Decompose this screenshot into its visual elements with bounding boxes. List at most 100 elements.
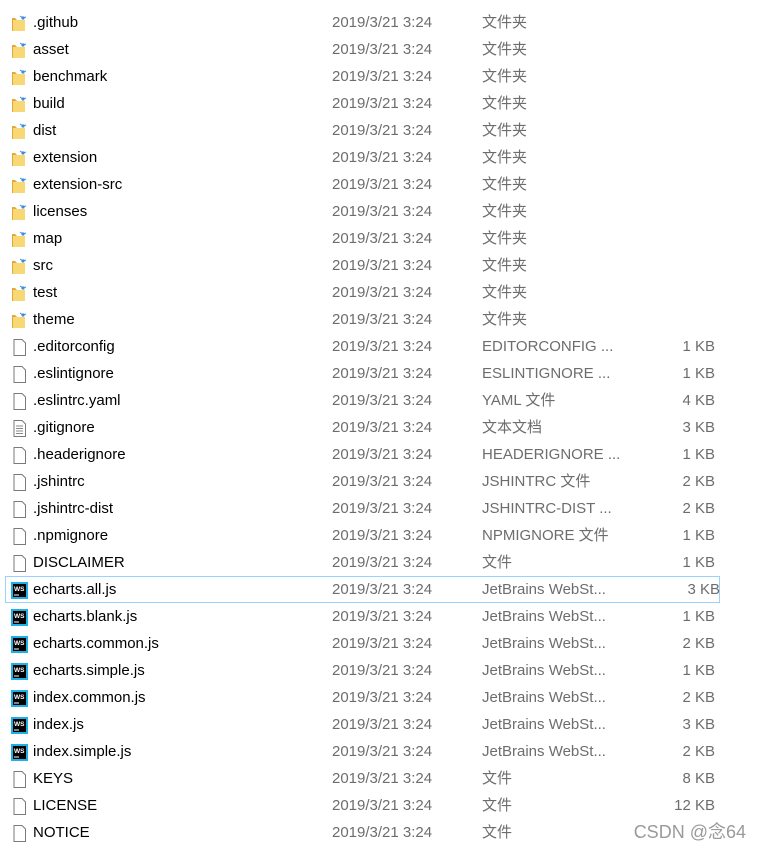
file-size: 3 KB — [687, 581, 720, 598]
file-row[interactable]: WS echarts.all.js 2019/3/21 3:24 JetBrai… — [5, 576, 720, 603]
folder-icon — [11, 41, 28, 58]
webstorm-icon: WS — [11, 635, 28, 653]
file-row[interactable]: .eslintignore 2019/3/21 3:24 ESLINTIGNOR… — [0, 360, 760, 387]
file-type: ESLINTIGNORE ... — [482, 365, 611, 382]
file-row[interactable]: .jshintrc 2019/3/21 3:24 JSHINTRC 文件 2 K… — [0, 468, 760, 495]
file-row[interactable]: theme 2019/3/21 3:24 文件夹 — [0, 306, 760, 333]
file-row[interactable]: WS echarts.blank.js 2019/3/21 3:24 JetBr… — [0, 603, 760, 630]
file-row[interactable]: src 2019/3/21 3:24 文件夹 — [0, 252, 760, 279]
file-row[interactable]: WS index.simple.js 2019/3/21 3:24 JetBra… — [0, 738, 760, 765]
file-row[interactable]: WS index.js 2019/3/21 3:24 JetBrains Web… — [0, 711, 760, 738]
file-row[interactable]: map 2019/3/21 3:24 文件夹 — [0, 225, 760, 252]
file-size: 2 KB — [682, 635, 715, 652]
file-date: 2019/3/21 3:24 — [332, 419, 433, 436]
file-date: 2019/3/21 3:24 — [332, 365, 433, 382]
file-type: JetBrains WebSt... — [482, 608, 606, 625]
file-name: .headerignore — [33, 446, 126, 463]
file-icon — [11, 473, 28, 491]
file-name: src — [33, 257, 53, 274]
webstorm-icon: WS — [11, 608, 28, 626]
folder-icon — [11, 176, 28, 193]
file-row[interactable]: extension-src 2019/3/21 3:24 文件夹 — [0, 171, 760, 198]
file-size: 2 KB — [682, 500, 715, 517]
svg-text:WS: WS — [14, 586, 25, 593]
svg-text:WS: WS — [14, 748, 25, 755]
file-size: 1 KB — [682, 662, 715, 679]
file-name: echarts.all.js — [33, 581, 117, 598]
file-icon — [11, 527, 28, 545]
text-file-icon — [11, 419, 28, 437]
file-row[interactable]: .npmignore 2019/3/21 3:24 NPMIGNORE 文件 1… — [0, 522, 760, 549]
file-row[interactable]: licenses 2019/3/21 3:24 文件夹 — [0, 198, 760, 225]
file-row[interactable]: KEYS 2019/3/21 3:24 文件 8 KB — [0, 765, 760, 792]
file-icon — [11, 500, 28, 518]
file-date: 2019/3/21 3:24 — [332, 284, 433, 301]
file-name: .github — [33, 14, 79, 31]
file-icon — [11, 824, 28, 842]
file-name: extension — [33, 149, 98, 166]
file-name: echarts.blank.js — [33, 608, 138, 625]
file-row[interactable]: dist 2019/3/21 3:24 文件夹 — [0, 117, 760, 144]
file-icon — [11, 554, 28, 572]
file-row[interactable]: LICENSE 2019/3/21 3:24 文件 12 KB — [0, 792, 760, 819]
file-type: 文件 — [482, 797, 513, 814]
file-name: index.simple.js — [33, 743, 132, 760]
file-row[interactable]: test 2019/3/21 3:24 文件夹 — [0, 279, 760, 306]
file-row[interactable]: .jshintrc-dist 2019/3/21 3:24 JSHINTRC-D… — [0, 495, 760, 522]
file-type: 文件夹 — [482, 149, 528, 166]
file-row[interactable]: build 2019/3/21 3:24 文件夹 — [0, 90, 760, 117]
file-date: 2019/3/21 3:24 — [332, 41, 433, 58]
file-row[interactable]: .eslintrc.yaml 2019/3/21 3:24 YAML 文件 4 … — [0, 387, 760, 414]
file-type: 文件夹 — [482, 230, 528, 247]
file-row[interactable]: WS echarts.common.js 2019/3/21 3:24 JetB… — [0, 630, 760, 657]
file-date: 2019/3/21 3:24 — [332, 176, 433, 193]
file-date: 2019/3/21 3:24 — [332, 662, 433, 679]
file-date: 2019/3/21 3:24 — [332, 68, 433, 85]
folder-icon — [11, 203, 28, 220]
file-row[interactable]: WS index.common.js 2019/3/21 3:24 JetBra… — [0, 684, 760, 711]
file-type: NPMIGNORE 文件 — [482, 527, 609, 544]
file-date: 2019/3/21 3:24 — [332, 608, 433, 625]
file-type: 文件 — [482, 554, 513, 571]
file-row[interactable]: .editorconfig 2019/3/21 3:24 EDITORCONFI… — [0, 333, 760, 360]
file-row[interactable]: .headerignore 2019/3/21 3:24 HEADERIGNOR… — [0, 441, 760, 468]
file-type: HEADERIGNORE ... — [482, 446, 621, 463]
webstorm-icon: WS — [11, 662, 28, 680]
file-icon — [11, 365, 28, 383]
file-date: 2019/3/21 3:24 — [332, 338, 433, 355]
file-size: 2 KB — [682, 473, 715, 490]
folder-icon — [11, 257, 28, 274]
file-name: build — [33, 95, 65, 112]
file-name: extension-src — [33, 176, 123, 193]
file-type: JetBrains WebSt... — [482, 662, 606, 679]
file-date: 2019/3/21 3:24 — [332, 554, 433, 571]
file-row[interactable]: benchmark 2019/3/21 3:24 文件夹 — [0, 63, 760, 90]
file-type: YAML 文件 — [482, 392, 556, 409]
file-name: LICENSE — [33, 797, 98, 814]
file-row[interactable]: .github 2019/3/21 3:24 文件夹 — [0, 9, 760, 36]
file-type: 文件夹 — [482, 284, 528, 301]
file-row[interactable]: .gitignore 2019/3/21 3:24 文本文档 3 KB — [0, 414, 760, 441]
file-size: 1 KB — [682, 608, 715, 625]
file-row[interactable]: DISCLAIMER 2019/3/21 3:24 文件 1 KB — [0, 549, 760, 576]
file-date: 2019/3/21 3:24 — [332, 689, 433, 706]
file-type: JetBrains WebSt... — [482, 581, 606, 598]
file-row[interactable]: extension 2019/3/21 3:24 文件夹 — [0, 144, 760, 171]
file-name: licenses — [33, 203, 88, 220]
webstorm-icon: WS — [11, 716, 28, 734]
file-date: 2019/3/21 3:24 — [332, 14, 433, 31]
file-row[interactable]: WS echarts.simple.js 2019/3/21 3:24 JetB… — [0, 657, 760, 684]
file-type: JSHINTRC-DIST ... — [482, 500, 612, 517]
file-date: 2019/3/21 3:24 — [332, 95, 433, 112]
file-name: .eslintignore — [33, 365, 114, 382]
file-name: index.js — [33, 716, 84, 733]
file-date: 2019/3/21 3:24 — [332, 635, 433, 652]
file-row[interactable]: asset 2019/3/21 3:24 文件夹 — [0, 36, 760, 63]
file-type: 文件夹 — [482, 95, 528, 112]
file-type: JetBrains WebSt... — [482, 743, 606, 760]
file-type: 文件夹 — [482, 68, 528, 85]
file-name: dist — [33, 122, 57, 139]
file-list: .github 2019/3/21 3:24 文件夹 asset 2019/3/… — [0, 9, 760, 846]
file-size: 1 KB — [682, 446, 715, 463]
folder-icon — [11, 95, 28, 112]
